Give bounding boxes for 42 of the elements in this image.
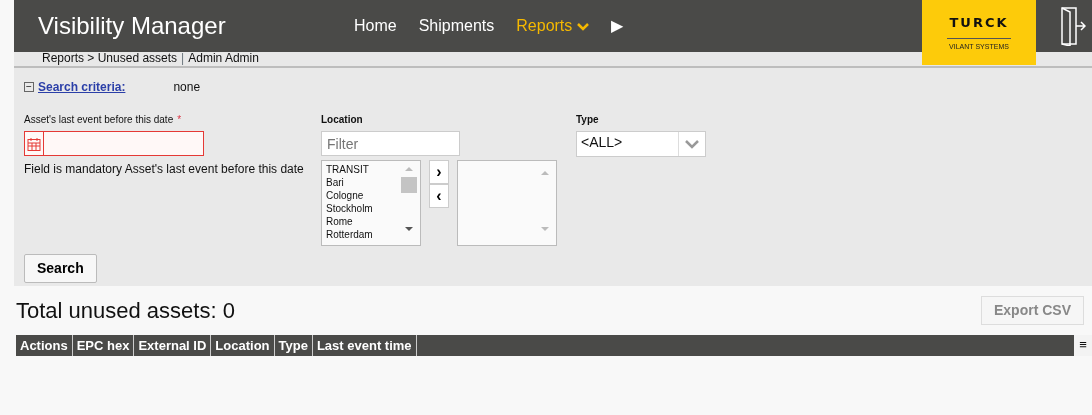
location-list[interactable]: TRANSIT Bari Cologne Stockholm Rome Rotterdam	[321, 160, 421, 246]
list-option[interactable]: Rome	[326, 216, 353, 227]
list-option[interactable]: Rotterdam	[326, 229, 373, 240]
search-criteria-link[interactable]: Search criteria:	[38, 78, 126, 96]
app-title: Visibility Manager	[38, 11, 227, 41]
breadcrumb[interactable]: Reports > Unused assets	[42, 51, 178, 65]
column-header[interactable]: Actions	[16, 335, 73, 356]
column-header[interactable]: Type	[274, 335, 313, 356]
list-option[interactable]: Cologne	[326, 190, 364, 201]
filter-field[interactable]: Filter	[321, 131, 460, 156]
nav-link[interactable]: Reports	[516, 14, 590, 38]
collapse-toggle[interactable]: −	[24, 82, 34, 92]
field-label: Type	[576, 113, 600, 127]
calendar-icon[interactable]	[27, 136, 41, 151]
column-header[interactable]: External ID	[134, 335, 212, 356]
chevron-icon	[685, 139, 699, 149]
separator: |	[181, 51, 185, 65]
criteria-summary: none	[173, 79, 201, 96]
nav-link[interactable]: ▶	[611, 14, 624, 38]
date-field[interactable]	[24, 131, 204, 156]
list-option[interactable]: Stockholm	[326, 203, 373, 214]
nav-link[interactable]: Home	[354, 14, 397, 38]
column-menu-icon[interactable]: ≡	[1074, 335, 1092, 356]
field-label: Location	[321, 113, 364, 127]
required-mark: *	[177, 114, 182, 125]
brand-logo: TURCK	[947, 13, 1011, 39]
move-left-button[interactable]: ‹	[429, 184, 449, 208]
error-message: Field is mandatory Asset's last event before this date	[24, 161, 305, 178]
user-name: Admin Admin	[188, 51, 259, 65]
results-title: Total unused assets: 0	[16, 297, 235, 325]
column-header[interactable]: EPC hex	[72, 335, 135, 356]
move-right-button[interactable]: ›	[429, 160, 449, 184]
search-button[interactable]: Search	[24, 254, 97, 283]
field-label: Asset's last event before this date	[24, 114, 174, 125]
type-select[interactable]: <ALL>	[576, 131, 706, 157]
logout-icon[interactable]	[1060, 6, 1086, 46]
list-option[interactable]: Bari	[326, 177, 344, 188]
nav-link[interactable]: Shipments	[418, 14, 495, 38]
column-header[interactable]: Location	[211, 335, 275, 356]
list-option[interactable]: TRANSIT	[326, 164, 369, 175]
column-header[interactable]: Last event time	[312, 335, 417, 356]
select-value: <ALL>	[580, 133, 624, 152]
